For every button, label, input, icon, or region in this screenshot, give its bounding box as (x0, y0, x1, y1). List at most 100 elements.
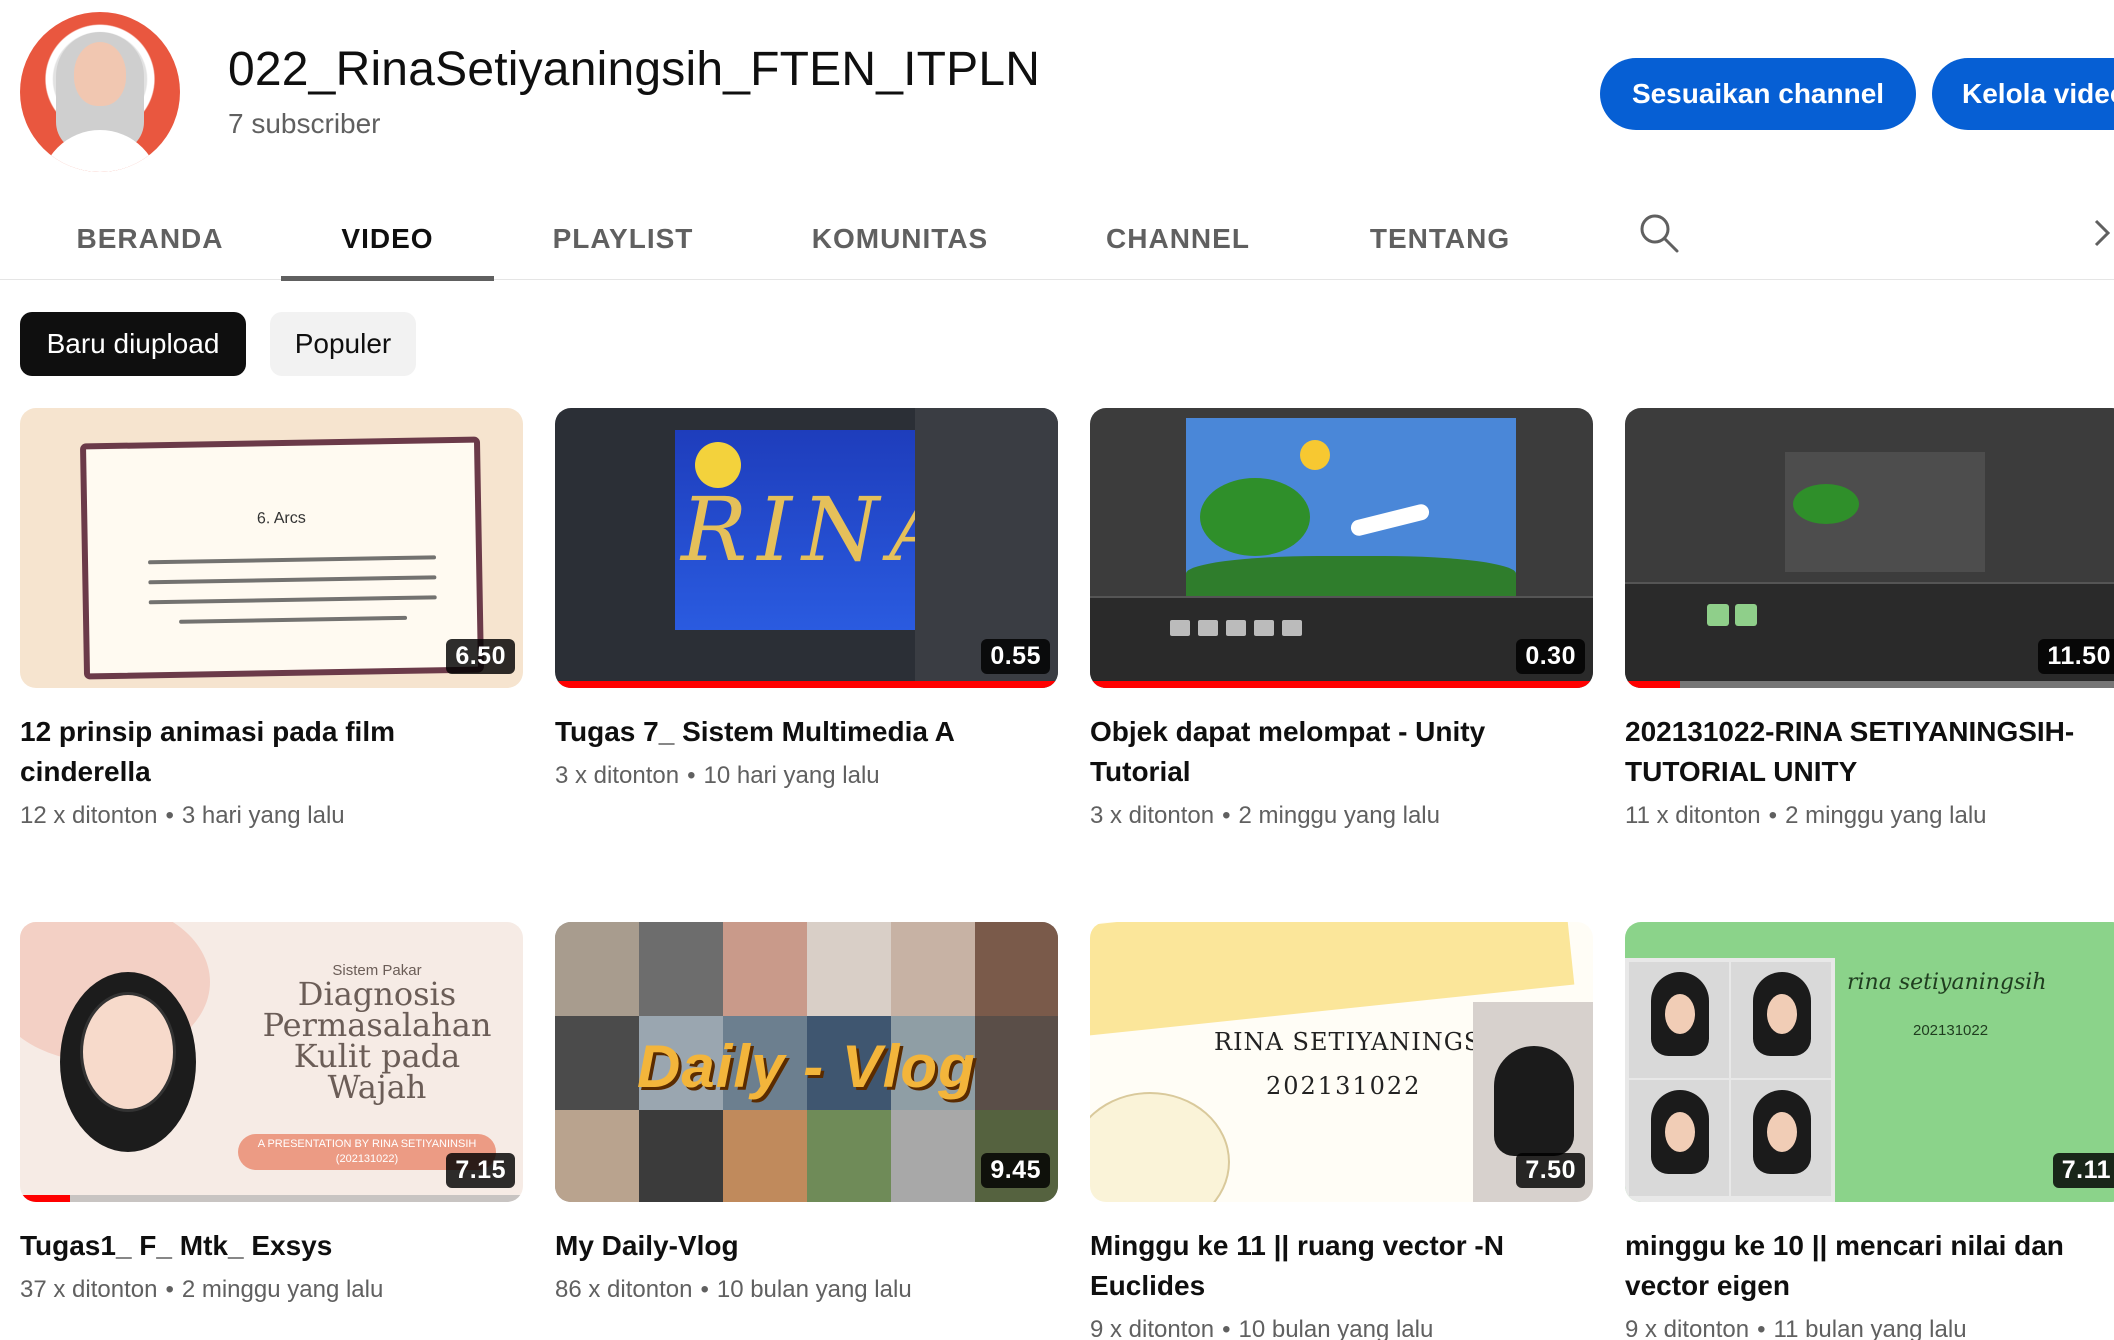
thumbnail-heading: 6. Arcs (256, 509, 306, 528)
collage-tile (723, 1110, 807, 1202)
progress-track (1090, 681, 1593, 688)
duration-badge: 6.50 (446, 639, 515, 674)
duration-badge: 0.30 (1516, 639, 1585, 674)
watch-progress-bar (20, 1195, 71, 1202)
video-meta: 11 x ditonton • 2 minggu yang lalu (1625, 802, 2114, 830)
photo-hijab (1494, 1046, 1574, 1156)
thumbnail-name: RINA SETIYANINGSIH (1214, 1028, 1514, 1056)
script-icon (1707, 604, 1729, 626)
collage-tile (639, 1110, 723, 1202)
video-title[interactable]: Tugas1_ F_ Mtk_ Exsys (20, 1226, 490, 1266)
duration-badge: 7.50 (1516, 1153, 1585, 1188)
meta-separator: • (1768, 802, 1778, 829)
text-line (179, 615, 408, 624)
grid-photo (1629, 1080, 1729, 1196)
video-card[interactable]: Daily - Vlog 9.45 My Daily-Vlog 86 x dit… (555, 922, 1058, 1304)
tab-playlist[interactable]: PLAYLIST (520, 198, 726, 280)
video-title[interactable]: 12 prinsip animasi pada film cinderella (20, 712, 490, 792)
progress-track (555, 681, 1058, 688)
photo-face (1767, 1112, 1797, 1152)
meta-separator: • (687, 762, 696, 789)
thumbnail-name: rina setiyaningsih (1847, 970, 2047, 995)
folder-icon (1198, 620, 1218, 636)
video-title[interactable]: Tugas 7_ Sistem Multimedia A (555, 712, 1025, 752)
collage-tile (723, 922, 807, 1016)
duration-badge: 0.55 (981, 639, 1050, 674)
tab-video[interactable]: VIDEO (281, 198, 494, 281)
video-thumbnail[interactable]: rina setiyaningsih 202131022 7.11 (1625, 922, 2114, 1202)
channel-tabs: BERANDA VIDEO PLAYLIST KOMUNITAS CHANNEL… (0, 198, 2114, 281)
video-title[interactable]: My Daily-Vlog (555, 1226, 1025, 1266)
tab-komunitas[interactable]: KOMUNITAS (790, 198, 1010, 280)
sun-shape (1300, 440, 1330, 470)
channel-avatar[interactable] (20, 12, 180, 172)
video-card[interactable]: 11.50 202131022-RINA SETIYANINGSIH-TUTOR… (1625, 408, 2114, 830)
progress-track (1625, 681, 2114, 688)
customize-channel-button[interactable]: Sesuaikan channel (1600, 58, 1916, 130)
chip-popular[interactable]: Populer (270, 312, 416, 376)
tab-tentang[interactable]: TENTANG (1340, 198, 1540, 280)
video-thumbnail[interactable]: 6. Arcs 6.50 (20, 408, 523, 688)
video-thumbnail[interactable]: RINA SETIYANINGSIH 202131022 7.50 (1090, 922, 1593, 1202)
meta-separator: • (700, 1276, 709, 1303)
search-icon[interactable] (1638, 212, 1680, 254)
collage-tile (891, 922, 975, 1016)
grid-photo (1731, 1080, 1831, 1196)
video-title[interactable]: minggu ke 10 || mencari nilai dan vector… (1625, 1226, 2095, 1306)
duration-badge: 7.11 (2052, 1153, 2114, 1188)
collage-tile (555, 1016, 639, 1110)
watch-progress-bar (555, 681, 1058, 688)
channel-header: 022_RinaSetiyaningsih_FTEN_ITPLN 7 subsc… (0, 0, 2114, 185)
collage-tile (555, 1110, 639, 1202)
view-count: 3 x ditonton (555, 762, 680, 789)
video-card[interactable]: RINA 0.55 Tugas 7_ Sistem Multimedia A 3… (555, 408, 1058, 790)
chevron-right-icon[interactable] (2088, 218, 2114, 248)
chip-recently-uploaded[interactable]: Baru diupload (20, 312, 246, 376)
thumbnail-id: 202131022 (1266, 1072, 1422, 1100)
video-thumbnail[interactable]: 11.50 (1625, 408, 2114, 688)
video-title[interactable]: Objek dapat melompat - Unity Tutorial (1090, 712, 1560, 792)
upload-age: 11 bulan yang lalu (1773, 1316, 1967, 1340)
meta-separator: • (165, 802, 174, 829)
grid-photo (1629, 962, 1729, 1078)
meta-separator: • (165, 1276, 174, 1303)
photo-face (1665, 1112, 1695, 1152)
grass-shape (1186, 556, 1516, 600)
duration-badge: 7.15 (446, 1153, 515, 1188)
video-card[interactable]: rina setiyaningsih 202131022 7.11 minggu… (1625, 922, 2114, 1340)
collage-tile (975, 922, 1058, 1016)
video-title[interactable]: 202131022-RINA SETIYANINGSIH-TUTORIAL UN… (1625, 712, 2095, 792)
video-thumbnail[interactable]: RINA 0.55 (555, 408, 1058, 688)
illustration-face (80, 992, 176, 1112)
video-meta: 3 x ditonton • 10 hari yang lalu (555, 762, 1058, 790)
video-thumbnail[interactable]: Daily - Vlog 9.45 (555, 922, 1058, 1202)
video-card[interactable]: 0.30 Objek dapat melompat - Unity Tutori… (1090, 408, 1593, 830)
video-thumbnail[interactable]: Sistem Pakar Diagnosis Permasalahan Kuli… (20, 922, 523, 1202)
video-meta: 9 x ditonton • 11 bulan yang lalu (1625, 1316, 2114, 1340)
manage-videos-button[interactable]: Kelola video (1932, 58, 2114, 130)
collage-tile (555, 922, 639, 1016)
video-meta: 9 x ditonton • 10 bulan yang lalu (1090, 1316, 1593, 1340)
folder-icon (1226, 620, 1246, 636)
video-thumbnail[interactable]: 0.30 (1090, 408, 1593, 688)
video-card[interactable]: RINA SETIYANINGSIH 202131022 7.50 Minggu… (1090, 922, 1593, 1340)
video-card[interactable]: Sistem Pakar Diagnosis Permasalahan Kuli… (20, 922, 523, 1304)
text-line (148, 575, 437, 585)
thumbnail-logo: Daily - Vlog (637, 1033, 976, 1100)
channel-name: 022_RinaSetiyaningsih_FTEN_ITPLN (228, 43, 1041, 96)
video-card[interactable]: 6. Arcs 6.50 12 prinsip animasi pada fil… (20, 408, 523, 830)
avatar-shoulders (40, 130, 160, 172)
video-meta: 12 x ditonton • 3 hari yang lalu (20, 802, 523, 830)
meta-separator: • (1222, 802, 1231, 829)
collage-tile (807, 1110, 891, 1202)
thumbnail-art: rina setiyaningsih 202131022 (1625, 922, 2114, 1202)
view-count: 37 x ditonton (20, 1276, 158, 1303)
watch-progress-bar (1090, 681, 1593, 688)
video-meta: 37 x ditonton • 2 minggu yang lalu (20, 1276, 523, 1304)
view-count: 11 x ditonton (1625, 802, 1761, 829)
photo-face (1767, 994, 1797, 1034)
tab-beranda[interactable]: BERANDA (50, 198, 250, 280)
tab-channel[interactable]: CHANNEL (1068, 198, 1288, 280)
upload-age: 3 hari yang lalu (181, 802, 345, 829)
video-title[interactable]: Minggu ke 11 || ruang vector -N Euclides (1090, 1226, 1560, 1306)
